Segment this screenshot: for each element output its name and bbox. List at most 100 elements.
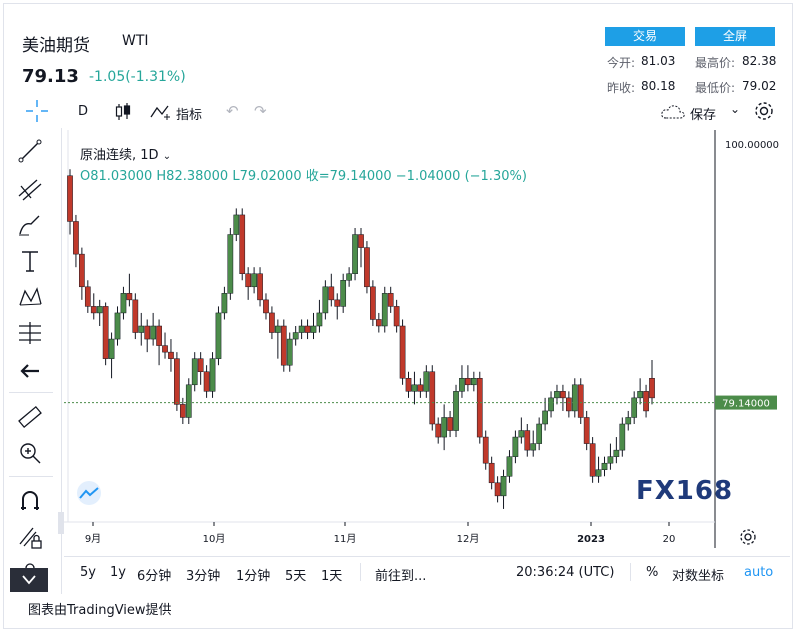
range-1y[interactable]: 1y bbox=[110, 565, 126, 580]
candle-body bbox=[340, 280, 347, 307]
range-3min[interactable]: 3分钟 bbox=[186, 565, 220, 584]
stat-open-value: 81.03 bbox=[641, 54, 676, 68]
trendline-icon[interactable] bbox=[17, 138, 43, 164]
clock-time[interactable]: 20:36:24 (UTC) bbox=[516, 565, 614, 580]
range-1d[interactable]: 1天 bbox=[321, 565, 342, 584]
candle-body bbox=[482, 436, 489, 464]
magnet-icon[interactable] bbox=[17, 488, 43, 514]
back-arrow-icon[interactable] bbox=[17, 358, 43, 384]
tradingview-logo-icon[interactable] bbox=[72, 480, 108, 506]
candle-body bbox=[465, 378, 471, 386]
candle-body bbox=[506, 456, 513, 477]
candle-body bbox=[411, 384, 418, 392]
hide-toolbar-button[interactable] bbox=[10, 568, 48, 592]
fx168-watermark: FX168 bbox=[636, 476, 734, 506]
candle-body bbox=[174, 358, 180, 405]
candle-body bbox=[239, 214, 246, 274]
lock-pencil-icon[interactable] bbox=[17, 524, 43, 550]
log-scale-toggle[interactable]: 对数坐标 bbox=[672, 565, 724, 584]
trade-button[interactable]: 交易 bbox=[605, 27, 685, 46]
bottom-divider bbox=[360, 563, 361, 581]
settings-gear-icon[interactable] bbox=[753, 100, 775, 122]
zoom-in-icon[interactable] bbox=[17, 440, 43, 466]
candle-body bbox=[185, 384, 192, 418]
candle-body bbox=[102, 306, 109, 359]
candle-body bbox=[441, 417, 447, 438]
series-name: 原油连续 bbox=[80, 148, 133, 163]
candle-body bbox=[168, 351, 174, 359]
candle-body bbox=[96, 306, 103, 314]
candle-body bbox=[548, 397, 554, 412]
pattern-icon[interactable] bbox=[17, 284, 43, 310]
candle-body bbox=[601, 462, 608, 470]
stat-low-value: 79.02 bbox=[742, 79, 777, 93]
range-5d[interactable]: 5天 bbox=[285, 565, 306, 584]
candle-body bbox=[417, 384, 424, 392]
candle-body bbox=[162, 345, 168, 353]
candle-body bbox=[387, 293, 394, 307]
save-button[interactable]: 保存 bbox=[690, 104, 716, 123]
tradingview-credit[interactable]: 图表由TradingView提供 bbox=[28, 599, 172, 618]
candle-body bbox=[263, 299, 269, 314]
candle-body bbox=[500, 476, 507, 497]
candle-body bbox=[560, 391, 566, 399]
undo-icon[interactable]: ↶ bbox=[226, 102, 239, 120]
ohlc-values: O81.03000 H82.38000 L79.02000 收=79.14000… bbox=[80, 169, 527, 184]
bottom-divider-2 bbox=[630, 563, 631, 581]
candle-body bbox=[221, 293, 228, 314]
candle-type-icon[interactable] bbox=[114, 102, 132, 122]
candle-body bbox=[429, 371, 436, 425]
candle-body bbox=[84, 286, 91, 307]
x-tick-label: 2023 bbox=[577, 534, 605, 545]
candle-body bbox=[589, 443, 596, 477]
candle-body bbox=[566, 397, 572, 412]
candle-body bbox=[227, 234, 234, 294]
candle-body bbox=[203, 371, 210, 392]
range-1min[interactable]: 1分钟 bbox=[236, 565, 270, 584]
candle-body bbox=[334, 299, 341, 307]
series-legend[interactable]: 原油连续, 1D ⌄ bbox=[80, 144, 171, 163]
candle-body bbox=[530, 443, 537, 451]
instrument-title: 美油期货 bbox=[22, 36, 90, 56]
interval-button[interactable]: D bbox=[78, 104, 88, 119]
ruler-icon[interactable] bbox=[17, 404, 43, 430]
candle-body bbox=[286, 338, 293, 366]
text-tool-icon[interactable] bbox=[17, 248, 43, 274]
last-price-label: 79.14000 bbox=[722, 399, 770, 410]
legend-chevron-icon[interactable]: ⌄ bbox=[163, 151, 171, 162]
candle-body bbox=[518, 430, 525, 438]
chart-toolbar: D 指标 ↶ ↷ 保存 ⌄ bbox=[0, 96, 790, 128]
axis-settings-gear-icon[interactable] bbox=[738, 527, 758, 547]
candle-body bbox=[108, 338, 115, 359]
crosshair-icon[interactable] bbox=[26, 100, 48, 122]
candle-body bbox=[233, 214, 240, 235]
x-tick-label: 12月 bbox=[457, 533, 480, 545]
candle-body bbox=[322, 286, 329, 314]
brush-icon[interactable] bbox=[17, 212, 43, 238]
indicators-button[interactable]: 指标 bbox=[176, 104, 202, 123]
percent-toggle[interactable]: % bbox=[646, 565, 658, 580]
fullscreen-button[interactable]: 全屏 bbox=[695, 27, 775, 46]
candle-body bbox=[447, 417, 453, 431]
range-5y[interactable]: 5y bbox=[80, 565, 96, 580]
candle-body bbox=[571, 384, 578, 412]
chevron-down-icon[interactable]: ⌄ bbox=[730, 102, 740, 116]
indicators-icon[interactable] bbox=[150, 103, 172, 121]
candle-body bbox=[269, 312, 275, 333]
candle-body bbox=[494, 482, 501, 497]
series-interval: 1D bbox=[140, 148, 159, 163]
goto-button[interactable]: 前往到... bbox=[375, 565, 426, 584]
redo-icon[interactable]: ↷ bbox=[254, 102, 267, 120]
measure-range-icon[interactable] bbox=[17, 320, 43, 346]
x-tick-label: 9月 bbox=[85, 533, 101, 545]
fib-channel-icon[interactable] bbox=[17, 176, 43, 202]
candle-body bbox=[67, 175, 73, 222]
stat-prevclose-value: 80.18 bbox=[641, 79, 676, 93]
candle-body bbox=[577, 384, 584, 418]
candle-body bbox=[393, 306, 400, 327]
candle-body bbox=[126, 293, 133, 301]
auto-scale-toggle[interactable]: auto bbox=[744, 565, 773, 580]
range-6min[interactable]: 6分钟 bbox=[137, 565, 171, 584]
candle-body bbox=[298, 325, 305, 333]
candle-body bbox=[79, 253, 85, 288]
